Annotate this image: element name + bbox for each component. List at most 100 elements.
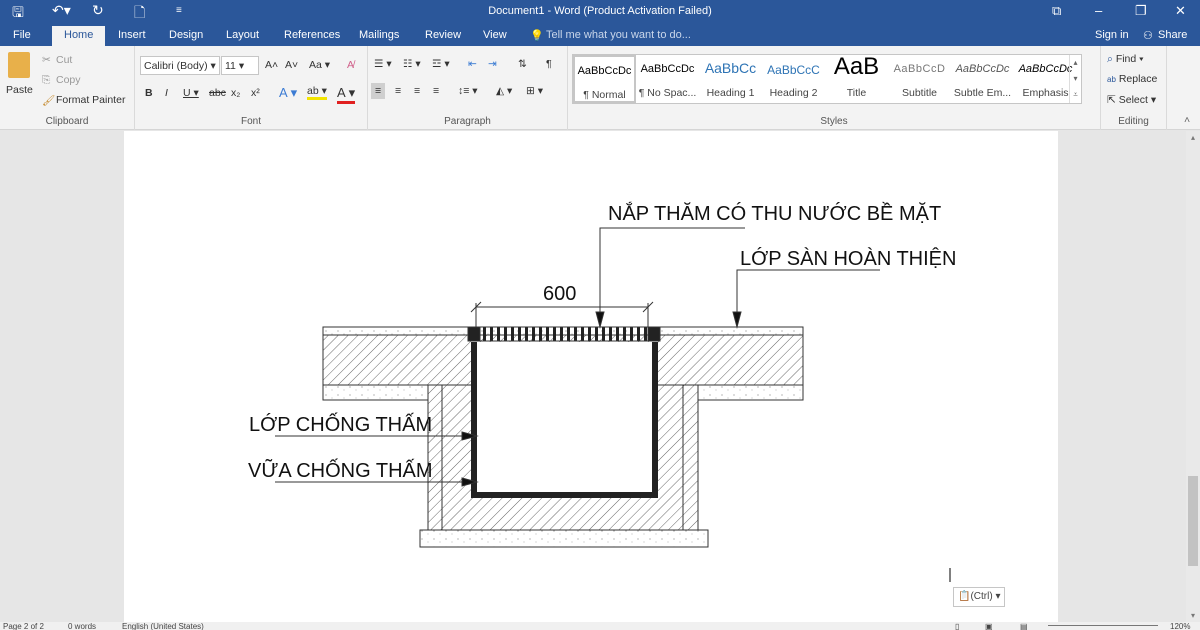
styles-label: Styles: [820, 116, 848, 127]
tab-file[interactable]: File: [13, 29, 31, 41]
tab-home[interactable]: Home: [52, 26, 106, 46]
font-name-select[interactable]: Calibri (Body) ▾: [140, 56, 220, 75]
zoom-level[interactable]: 120%: [1170, 622, 1190, 630]
search-icon: ⌕: [1107, 53, 1113, 65]
clear-formatting-icon[interactable]: A̸: [347, 59, 354, 71]
text-effects-icon[interactable]: A ▾: [279, 85, 297, 101]
document-page[interactable]: NẮP THĂM CÓ THU NƯỚC BỀ MẶT LỚP SÀN HOÀN…: [124, 131, 1058, 622]
bold-button[interactable]: B: [145, 87, 153, 99]
styles-scroll[interactable]: ▴ ▾ ⩡: [1069, 55, 1081, 103]
style-heading-1[interactable]: AaBbCc Heading 1: [699, 55, 762, 103]
align-center-button[interactable]: ≡: [395, 85, 401, 97]
style-name: Subtle Em...: [953, 87, 1012, 99]
shading-icon[interactable]: ◭ ▾: [496, 85, 512, 97]
style-normal[interactable]: AaBbCcDc ¶ Normal: [573, 55, 636, 103]
scroll-down-icon[interactable]: ▾: [1186, 611, 1200, 620]
cut-button[interactable]: Cut: [56, 54, 72, 66]
paste-button[interactable]: Paste: [6, 84, 33, 96]
style-preview: AaBbCcDc: [1018, 63, 1073, 75]
zoom-slider[interactable]: [1048, 625, 1158, 626]
paste-options-button[interactable]: 📋(Ctrl) ▾: [953, 587, 1006, 607]
scroll-thumb[interactable]: [1188, 476, 1198, 566]
style-preview: AaBbCcDc: [955, 63, 1010, 75]
style-emphasis[interactable]: AaBbCcDc Emphasis: [1014, 55, 1077, 103]
share-button[interactable]: Share: [1158, 29, 1187, 41]
base-layer: [419, 529, 709, 548]
style-title[interactable]: AaB Title: [825, 53, 888, 103]
title-bar: 🖫 ↶▾ ↻ 🗋 ≡ Document1 - Word (Product Act…: [0, 0, 1200, 24]
show-formatting-icon[interactable]: ¶: [546, 58, 552, 70]
sign-in-link[interactable]: Sign in: [1095, 29, 1129, 41]
style-subtitle[interactable]: AaBbCcD Subtitle: [888, 55, 951, 103]
replace-label: Replace: [1118, 73, 1158, 85]
select-button[interactable]: ⇱ Select ▾: [1107, 94, 1156, 106]
style-preview: AaBbCcDc: [577, 65, 632, 77]
tab-view[interactable]: View: [483, 29, 507, 41]
grate-cover: [467, 326, 661, 342]
close-button[interactable]: ✕: [1175, 3, 1186, 19]
style-name: ¶ Normal: [583, 89, 626, 101]
style-no-spacing[interactable]: AaBbCcDc ¶ No Spac...: [636, 55, 699, 103]
word-count[interactable]: 0 words: [68, 622, 96, 630]
tab-layout[interactable]: Layout: [226, 29, 259, 41]
lightbulb-icon: 💡: [530, 30, 544, 42]
tab-references[interactable]: References: [284, 29, 340, 41]
superscript-button[interactable]: x²: [251, 87, 260, 99]
ribbon-tabs: File Home Insert Design Layout Reference…: [0, 24, 1200, 46]
print-layout-icon[interactable]: ▣: [985, 622, 993, 630]
underline-button[interactable]: U ▾: [183, 87, 199, 99]
finish-leader: [736, 269, 880, 318]
editing-group: ⌕ Find ▾ ab Replace ⇱ Select ▾ Editing: [1101, 46, 1167, 130]
shrink-font-icon[interactable]: A˅: [285, 59, 298, 71]
italic-button[interactable]: I: [165, 87, 168, 99]
find-button[interactable]: ⌕ Find ▾: [1107, 53, 1144, 66]
style-name: Subtitle: [901, 87, 938, 99]
numbering-icon[interactable]: ☷ ▾: [403, 58, 421, 70]
read-mode-icon[interactable]: ▯: [955, 622, 959, 630]
style-subtle-emphasis[interactable]: AaBbCcDc Subtle Em...: [951, 55, 1014, 103]
ribbon-display-icon[interactable]: ⧉: [1052, 3, 1061, 19]
change-case-button[interactable]: Aa ▾: [309, 59, 330, 71]
collapse-ribbon-icon[interactable]: ˄: [1184, 114, 1190, 126]
vertical-scrollbar[interactable]: ▴ ▾: [1186, 131, 1200, 622]
multilevel-list-icon[interactable]: ☲ ▾: [432, 58, 450, 70]
tab-review[interactable]: Review: [425, 29, 461, 41]
editing-label: Editing: [1118, 116, 1149, 127]
style-heading-2[interactable]: AaBbCcC Heading 2: [762, 55, 825, 103]
scroll-up-icon[interactable]: ▴: [1186, 133, 1200, 142]
align-right-button[interactable]: ≡: [414, 85, 420, 97]
tell-me-input[interactable]: Tell me what you want to do...: [546, 29, 691, 41]
highlight-icon[interactable]: ab ▾: [307, 85, 327, 100]
find-label: Find: [1115, 53, 1137, 65]
tab-mailings[interactable]: Mailings: [359, 29, 399, 41]
font-size-select[interactable]: 11 ▾: [221, 56, 259, 75]
minimize-button[interactable]: –: [1095, 3, 1102, 18]
tab-design[interactable]: Design: [169, 29, 203, 41]
borders-icon[interactable]: ⊞ ▾: [526, 85, 543, 97]
justify-button[interactable]: ≡: [433, 85, 439, 97]
ribbon: Paste ✂ Cut ⎘ Copy 🖌 Format Painter Clip…: [0, 46, 1200, 130]
web-layout-icon[interactable]: ▤: [1020, 622, 1028, 630]
decrease-indent-icon[interactable]: ⇤: [468, 58, 477, 70]
tab-insert[interactable]: Insert: [118, 29, 146, 41]
language[interactable]: English (United States): [122, 622, 204, 630]
cut-icon: ✂: [42, 54, 51, 66]
style-preview: AaB: [833, 53, 880, 80]
format-painter-button[interactable]: Format Painter: [56, 94, 125, 106]
page-count[interactable]: Page 2 of 2: [3, 622, 44, 630]
sort-icon[interactable]: ⇅: [518, 58, 527, 70]
subscript-button[interactable]: x₂: [231, 87, 240, 99]
restore-button[interactable]: ❐: [1135, 3, 1147, 19]
replace-button[interactable]: ab Replace: [1107, 73, 1157, 85]
strikethrough-button[interactable]: abc: [209, 87, 226, 99]
align-left-button[interactable]: ≡: [371, 83, 386, 99]
style-name: Heading 2: [769, 87, 818, 99]
increase-indent-icon[interactable]: ⇥: [488, 58, 497, 70]
line-spacing-icon[interactable]: ↕≡ ▾: [458, 85, 478, 97]
bullets-icon[interactable]: ☰ ▾: [374, 58, 392, 70]
copy-button[interactable]: Copy: [56, 74, 81, 86]
paste-icon[interactable]: [8, 52, 30, 78]
grow-font-icon[interactable]: A˄: [265, 59, 278, 71]
dimension-label: 600: [543, 283, 576, 305]
font-color-icon[interactable]: A ▾: [337, 85, 356, 104]
